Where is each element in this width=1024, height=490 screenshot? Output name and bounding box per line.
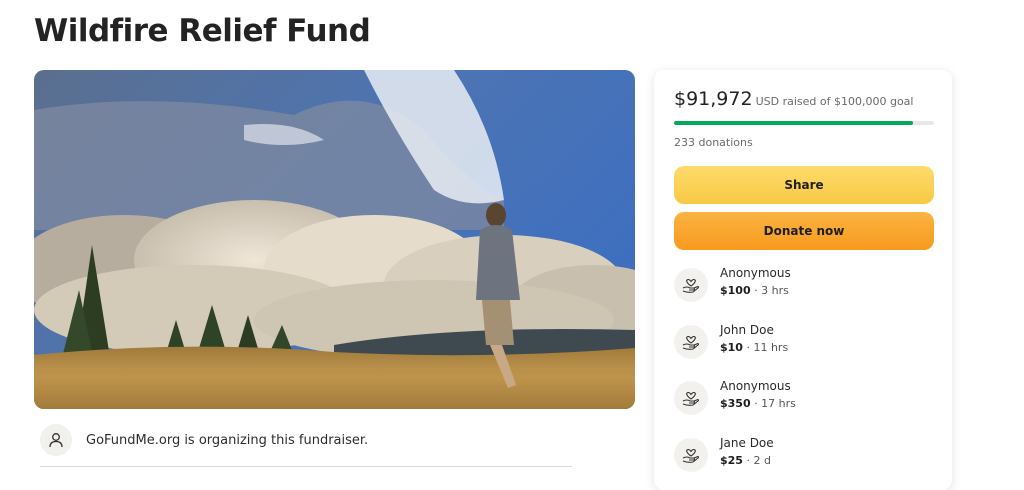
donor-item: John Doe $10 · 11 hrs [674,323,934,363]
donor-item: Anonymous $100 · 3 hrs [674,266,934,306]
donation-hand-heart-icon [674,381,708,415]
donor-time: · 17 hrs [750,397,796,410]
raised-summary: $91,972 USD raised of $100,000 goal [674,88,913,110]
donor-meta: $10 · 11 hrs [720,341,788,354]
organizer-text: GoFundMe.org is organizing this fundrais… [86,432,369,448]
divider [40,466,572,467]
raised-caption: USD raised of $100,000 goal [755,95,914,108]
progress-bar [674,121,934,125]
share-button[interactable]: Share [674,166,934,204]
donor-name: John Doe [720,323,774,337]
donor-time: · 2 d [742,454,771,467]
donor-name: Jane Doe [720,436,774,450]
donor-amount: $10 [720,341,743,354]
donor-meta: $25 · 2 d [720,454,771,467]
hero-image [34,70,635,409]
donation-hand-heart-icon [674,325,708,359]
donor-amount: $25 [720,454,743,467]
donor-name: Anonymous [720,379,791,393]
donor-meta: $350 · 17 hrs [720,397,796,410]
donor-amount: $100 [720,284,751,297]
donate-now-button[interactable]: Donate now [674,212,934,250]
raised-amount: $91,972 [674,88,753,110]
donation-hand-heart-icon [674,438,708,472]
donation-card: $91,972 USD raised of $100,000 goal 233 d… [654,70,952,490]
donor-meta: $100 · 3 hrs [720,284,789,297]
progress-fill [674,121,914,125]
donor-time: · 11 hrs [742,341,789,354]
organizer-row: GoFundMe.org is organizing this fundrais… [40,424,368,456]
donation-hand-heart-icon [674,268,708,302]
donor-time: · 3 hrs [750,284,789,297]
donor-item: Anonymous $350 · 17 hrs [674,379,934,419]
donation-count: 233 donations [674,136,753,149]
donor-item: Jane Doe $25 · 2 d [674,436,934,476]
page-title: Wildfire Relief Fund [34,13,371,49]
user-icon [40,424,72,456]
donor-amount: $350 [720,397,751,410]
donor-name: Anonymous [720,266,791,280]
